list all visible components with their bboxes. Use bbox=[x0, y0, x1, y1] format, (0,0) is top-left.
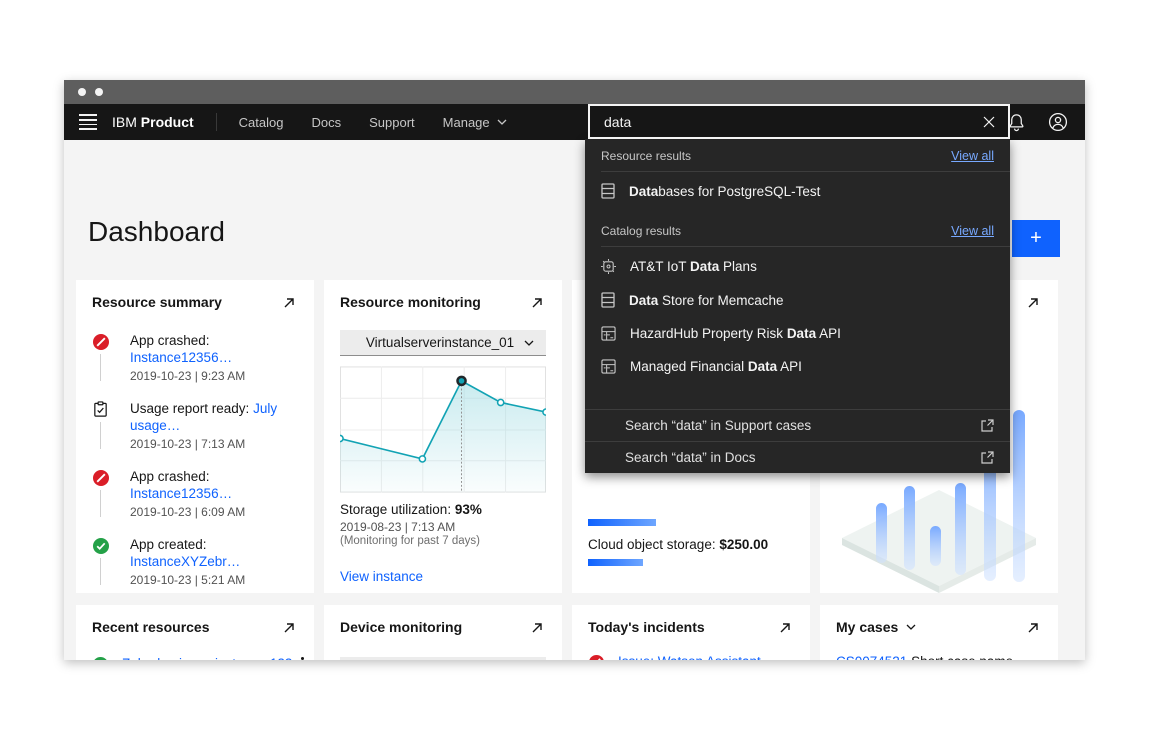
event-timestamp: 2019-10-23 | 7:13 AM bbox=[130, 437, 298, 451]
overflow-menu-icon[interactable] bbox=[301, 655, 304, 660]
incident-row: Issue: Watson Assistant Dallas – 3:24 PM… bbox=[588, 653, 794, 660]
nav-item-manage[interactable]: Manage bbox=[443, 115, 507, 130]
event-row: Usage report ready: July usage… 2019-10-… bbox=[92, 400, 298, 451]
api-icon bbox=[601, 359, 616, 374]
device-monitoring-card: Device monitoring All devices 1,207 bbox=[324, 605, 562, 660]
error-icon bbox=[92, 333, 110, 351]
launch-icon[interactable] bbox=[280, 619, 298, 637]
app-window: IBM Product Catalog Docs Support Manage bbox=[64, 80, 1085, 660]
event-row: App crashed: Instance12356… 2019-10-23 |… bbox=[92, 332, 298, 383]
resource-monitoring-card: Resource monitoring Virtualserverinstanc… bbox=[324, 280, 562, 593]
launch-icon[interactable] bbox=[1024, 619, 1042, 637]
event-timestamp: 2019-10-23 | 9:23 AM bbox=[130, 369, 298, 383]
window-titlebar bbox=[64, 80, 1085, 104]
nav-links: Catalog Docs Support Manage bbox=[239, 115, 507, 130]
event-link[interactable]: Instance12356… bbox=[130, 350, 232, 365]
success-icon bbox=[92, 656, 109, 660]
metric-note: (Monitoring for past 7 days) bbox=[340, 535, 546, 547]
view-all-resources-link[interactable]: View all bbox=[951, 149, 994, 163]
recent-resources-card: Recent resources Zebrabusiness-instance-… bbox=[76, 605, 314, 660]
metric-timestamp: 2019-08-23 | 7:13 AM bbox=[340, 520, 546, 534]
storage-chart bbox=[340, 364, 546, 495]
event-link[interactable]: InstanceXYZebr… bbox=[130, 554, 240, 569]
external-link-icon bbox=[980, 419, 994, 433]
resource-results-header: Resource results View all bbox=[585, 139, 1010, 171]
close-icon[interactable] bbox=[970, 106, 1008, 137]
user-avatar-icon bbox=[1048, 112, 1068, 132]
resource-link[interactable]: Zebrabusiness-instance-123 bbox=[122, 656, 292, 660]
search-results-dropdown: Resource results View all Databases for … bbox=[585, 139, 1010, 473]
resource-summary-card: Resource summary App crashed: Instance12… bbox=[76, 280, 314, 593]
search-result-item[interactable]: Data Store for Memcache bbox=[585, 283, 1010, 317]
case-link[interactable]: CS0074521 bbox=[836, 654, 907, 660]
event-row: App created: InstanceXYZebr… 2019-10-23 … bbox=[92, 536, 298, 587]
launch-icon[interactable] bbox=[1024, 294, 1042, 312]
resource-row: Zebrabusiness-instance-123 Continuous de… bbox=[92, 655, 298, 660]
card-title: Today's incidents bbox=[588, 619, 705, 635]
nav-item-docs[interactable]: Docs bbox=[311, 115, 341, 130]
page-title: Dashboard bbox=[88, 216, 225, 248]
launch-icon[interactable] bbox=[776, 619, 794, 637]
nav-divider bbox=[216, 113, 217, 131]
search-result-item[interactable]: Databases for PostgreSQL-Test bbox=[585, 172, 1010, 210]
chevron-down-icon bbox=[497, 119, 507, 125]
device-selector[interactable]: All devices bbox=[340, 657, 546, 660]
chevron-down-icon[interactable] bbox=[906, 624, 916, 630]
report-icon bbox=[92, 401, 109, 418]
search-input[interactable] bbox=[590, 114, 970, 130]
event-row: App crashed: Instance12356… 2019-10-23 |… bbox=[92, 468, 298, 519]
catalog-results-header: Catalog results View all bbox=[585, 210, 1010, 246]
my-cases-card: My cases CS0074521 Short case name In pr… bbox=[820, 605, 1058, 660]
usage-storage-label: Cloud object storage: $250.00 bbox=[588, 537, 768, 552]
menu-icon[interactable] bbox=[64, 104, 112, 140]
view-all-catalog-link[interactable]: View all bbox=[951, 224, 994, 238]
card-title: Resource monitoring bbox=[340, 294, 481, 310]
global-search bbox=[588, 104, 1010, 139]
event-link[interactable]: Instance12356… bbox=[130, 486, 232, 501]
case-row: CS0074521 Short case name In progress | … bbox=[836, 653, 1042, 660]
event-timestamp: 2019-10-23 | 5:21 AM bbox=[130, 573, 298, 587]
launch-icon[interactable] bbox=[528, 294, 546, 312]
account-button[interactable] bbox=[1039, 104, 1077, 140]
todays-incidents-card: Today's incidents Issue: Watson Assistan… bbox=[572, 605, 810, 660]
event-timestamp: 2019-10-23 | 6:09 AM bbox=[130, 505, 298, 519]
nav-item-catalog[interactable]: Catalog bbox=[239, 115, 284, 130]
brand-logo[interactable]: IBM Product bbox=[112, 114, 194, 130]
window-dot[interactable] bbox=[95, 88, 103, 96]
external-link-icon bbox=[980, 451, 994, 465]
create-resource-button[interactable]: + bbox=[1012, 220, 1060, 257]
card-title: My cases bbox=[836, 619, 916, 635]
nav-right-actions bbox=[997, 104, 1085, 140]
database-icon bbox=[601, 292, 615, 308]
storage-chart-wrap bbox=[340, 364, 546, 495]
database-icon bbox=[601, 183, 615, 199]
usage-progress-bar bbox=[588, 559, 643, 566]
search-in-support-cases[interactable]: Search “data” in Support cases bbox=[585, 409, 1010, 441]
view-instance-link[interactable]: View instance bbox=[340, 569, 423, 584]
error-icon bbox=[588, 654, 605, 660]
search-in-docs[interactable]: Search “data” in Docs bbox=[585, 441, 1010, 473]
card-title: Recent resources bbox=[92, 619, 210, 635]
success-icon bbox=[92, 537, 110, 555]
nav-item-support[interactable]: Support bbox=[369, 115, 415, 130]
launch-icon[interactable] bbox=[280, 294, 298, 312]
incident-link[interactable]: Issue: Watson Assistant bbox=[618, 654, 761, 660]
window-dot[interactable] bbox=[78, 88, 86, 96]
chevron-down-icon bbox=[524, 340, 534, 346]
api-icon bbox=[601, 326, 616, 341]
usage-progress-bar bbox=[588, 519, 656, 526]
search-result-item[interactable]: Managed Financial Data API bbox=[585, 350, 1010, 383]
instance-selector[interactable]: Virtualserverinstance_01 bbox=[340, 330, 546, 356]
iot-icon bbox=[601, 259, 616, 274]
metric-value: Storage utilization: 93% bbox=[340, 502, 546, 517]
search-result-item[interactable]: HazardHub Property Risk Data API bbox=[585, 317, 1010, 350]
error-icon bbox=[92, 469, 110, 487]
card-title: Device monitoring bbox=[340, 619, 462, 635]
launch-icon[interactable] bbox=[528, 619, 546, 637]
search-result-item[interactable]: AT&T IoT Data Plans bbox=[585, 247, 1010, 283]
card-title: Resource summary bbox=[92, 294, 222, 310]
